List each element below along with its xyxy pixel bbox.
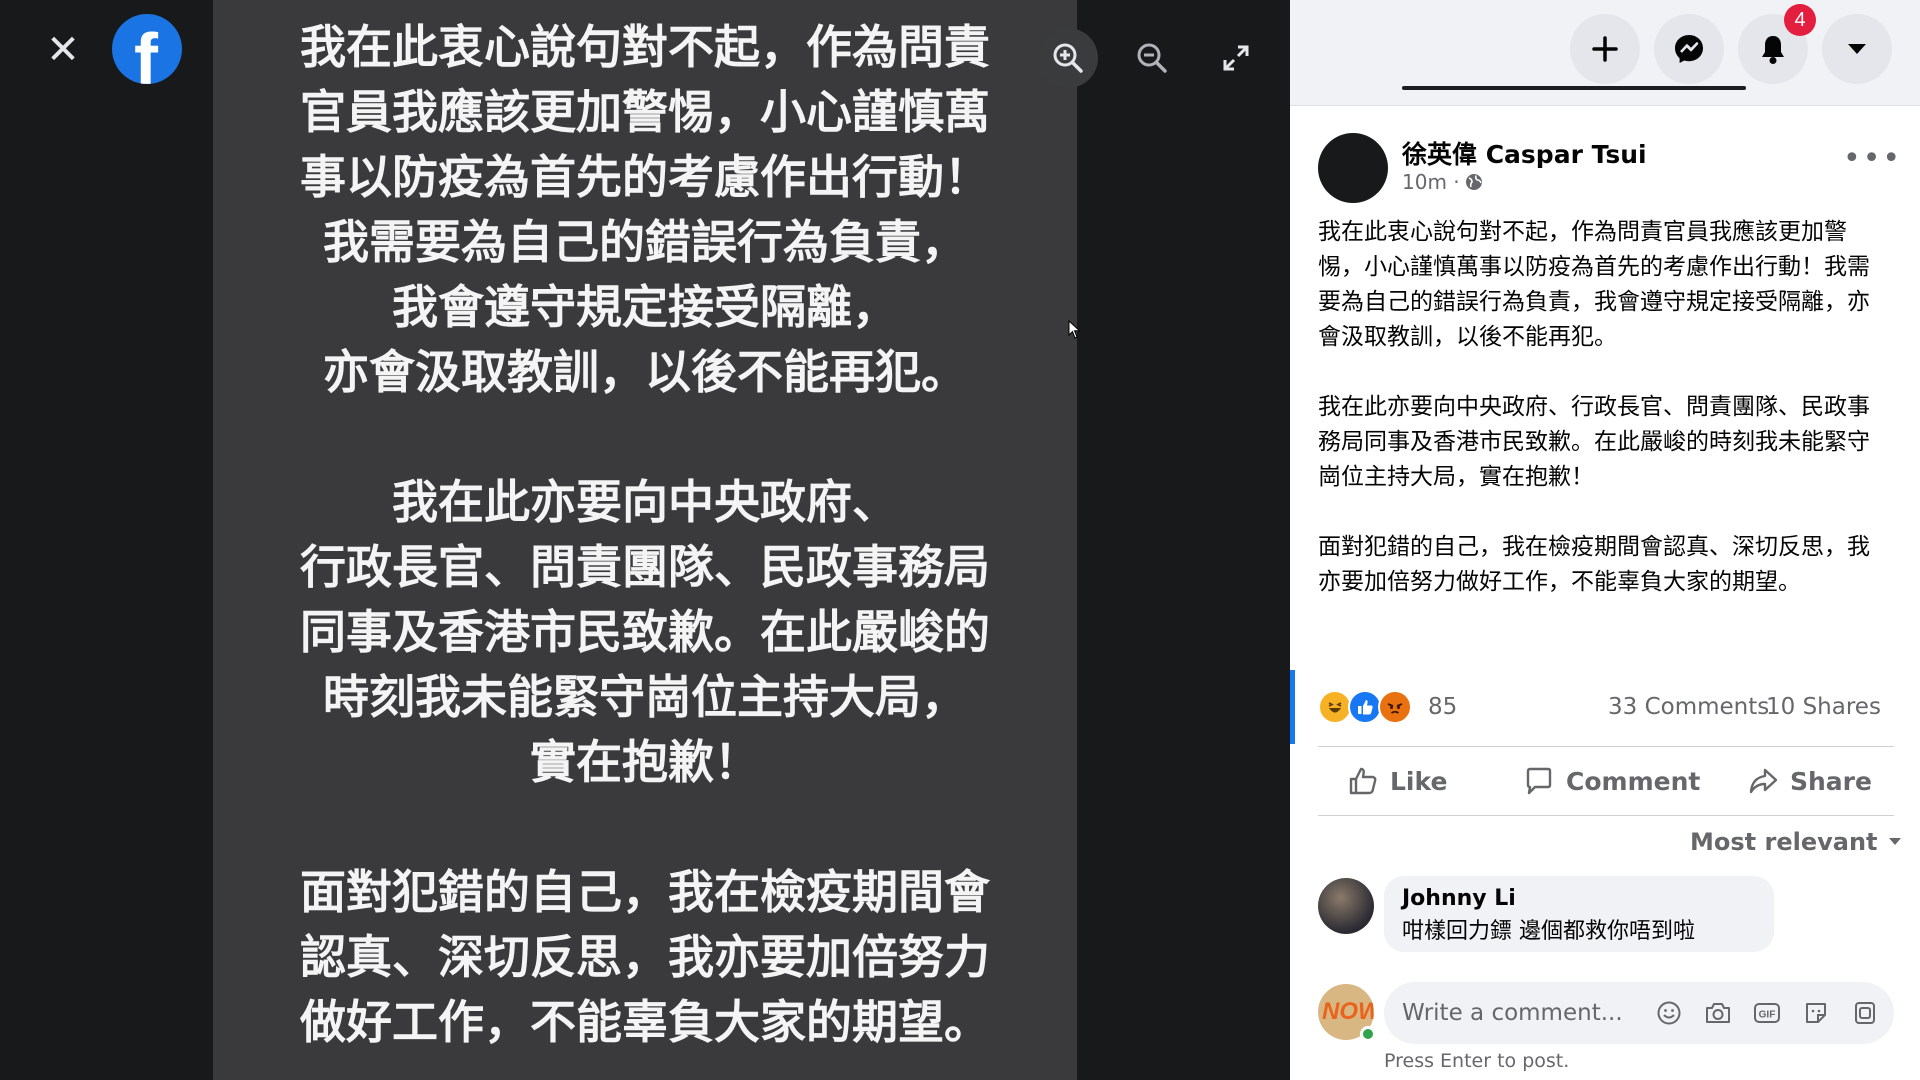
close-icon: ✕ — [46, 27, 80, 73]
comment-input[interactable] — [1402, 994, 1632, 1032]
camera-icon — [1706, 1003, 1730, 1023]
reaction-count[interactable]: 85 — [1428, 694, 1457, 720]
plus-icon — [1592, 36, 1618, 62]
angry-reaction-icon[interactable] — [1378, 690, 1412, 724]
gif-icon: GIF — [1754, 1003, 1780, 1023]
sticker-button[interactable] — [1801, 998, 1831, 1028]
notification-badge: 4 — [1784, 4, 1816, 36]
photo-text-line: 我需要為自己的錯誤行為負責， — [323, 215, 967, 269]
zoom-out-button[interactable] — [1122, 28, 1182, 88]
photo-text-line: 官員我應該更加警惕，小心謹慎萬 — [300, 85, 990, 139]
photo-text-line: 亦會汲取教訓，以後不能再犯。 — [323, 345, 967, 399]
caret-down-icon — [1888, 838, 1901, 845]
comment-item: Johnny Li 咁樣回力鏢 邊個都救你唔到啦 — [1318, 876, 1894, 966]
fullscreen-button[interactable] — [1206, 28, 1266, 88]
comment-button[interactable]: Comment — [1524, 747, 1700, 815]
share-count[interactable]: 10 Shares — [1766, 694, 1881, 720]
photo-button[interactable] — [1703, 998, 1733, 1028]
photo-viewer: ✕ f 我在此衷心說句對不起，作為問責 官員我應該更加警惕，小心謹慎萬 事以防疫為首… — [0, 0, 1290, 1080]
haha-reaction-icon[interactable] — [1318, 690, 1352, 724]
top-bar: 4 — [1290, 0, 1920, 106]
author-avatar[interactable] — [1318, 133, 1388, 203]
post-paragraph: 我在此亦要向中央政府、行政長官、問責團隊、民政事務局同事及香港市民致歉。在此嚴峻… — [1318, 394, 1870, 490]
zoom-in-icon — [1053, 43, 1083, 73]
post-side-panel: 4 徐英偉 Caspar Tsui 10m · ••• 我在此衷心說句對不起，作… — [1290, 0, 1920, 1080]
share-button[interactable]: Share — [1748, 747, 1872, 815]
online-status-dot — [1360, 1026, 1376, 1042]
thumbs-up-icon — [1349, 767, 1377, 795]
reactions-summary: 85 33 Comments 10 Shares — [1318, 688, 1894, 728]
avatar-sticker-icon — [1855, 1002, 1875, 1024]
press-enter-hint: Press Enter to post. — [1384, 1050, 1570, 1072]
caret-down-icon — [1848, 44, 1866, 54]
comment-input-box: GIF — [1384, 982, 1894, 1044]
gif-button[interactable]: GIF — [1752, 998, 1782, 1028]
write-comment-row: NOW GIF — [1318, 982, 1894, 1046]
post-time[interactable]: 10m · — [1402, 170, 1460, 194]
zoom-in-button[interactable] — [1038, 28, 1098, 88]
post-more-options-button[interactable]: ••• — [1843, 144, 1900, 174]
photo-text-line: 我在此衷心說句對不起，作為問責 — [300, 20, 990, 74]
share-arrow-icon — [1749, 768, 1778, 794]
bell-icon — [1762, 36, 1784, 64]
create-button[interactable] — [1570, 14, 1640, 84]
post-photo: 我在此衷心說句對不起，作為問責 官員我應該更加警惕，小心謹慎萬 事以防疫為首先的考慮… — [213, 0, 1077, 1080]
photo-text-line: 時刻我未能緊守崗位主持大局， — [323, 670, 967, 724]
like-reaction-icon[interactable] — [1348, 690, 1382, 724]
photo-text-line: 做好工作，不能辜負大家的期望。 — [300, 995, 990, 1049]
photo-text-gap — [213, 405, 1077, 470]
focus-indicator — [1290, 670, 1295, 744]
commenter-name[interactable]: Johnny Li — [1402, 886, 1756, 911]
photo-text-line: 同事及香港市民致歉。在此嚴峻的 — [300, 605, 990, 659]
photo-text-block: 我在此衷心說句對不起，作為問責 官員我應該更加警惕，小心謹慎萬 事以防疫為首先的考慮… — [213, 15, 1077, 1055]
comment-count[interactable]: 33 Comments — [1608, 694, 1769, 720]
author-name[interactable]: 徐英偉 Caspar Tsui — [1402, 135, 1647, 171]
photo-text-line: 面對犯錯的自己，我在檢疫期間會 — [300, 865, 990, 919]
comment-bubble: Johnny Li 咁樣回力鏢 邊個都救你唔到啦 — [1384, 876, 1774, 952]
zoom-out-icon — [1137, 43, 1167, 73]
post-paragraph: 我在此衷心說句對不起，作為問責官員我應該更加警惕，小心謹慎萬事以防疫為首先的考慮… — [1318, 219, 1870, 350]
sort-label: Most relevant — [1690, 828, 1878, 856]
facebook-logo-letter: f — [134, 20, 158, 84]
emoji-icon — [1657, 1001, 1681, 1025]
comment-label: Comment — [1566, 766, 1701, 796]
sticker-icon — [1806, 1003, 1826, 1023]
more-dots-icon: ••• — [1843, 141, 1903, 176]
comment-text: 咁樣回力鏢 邊個都救你唔到啦 — [1402, 919, 1695, 944]
avatar-logo-mark: NOW — [1322, 998, 1374, 1025]
speech-bubble-icon — [1526, 767, 1552, 795]
close-viewer-button[interactable]: ✕ — [40, 27, 86, 73]
svg-text:GIF: GIF — [1759, 1010, 1776, 1021]
avatar-sticker-button[interactable] — [1850, 998, 1880, 1028]
post-actions: Like Comment Share — [1318, 746, 1894, 816]
photo-text-gap — [213, 795, 1077, 860]
mouse-cursor-icon — [1068, 320, 1081, 339]
expand-icon — [1223, 45, 1249, 71]
photo-text-line: 認真、深切反思，我亦要加倍努力 — [300, 930, 990, 984]
photo-text-line: 行政長官、問責團隊、民政事務局 — [300, 540, 990, 594]
messenger-button[interactable] — [1654, 14, 1724, 84]
comment-scroll-indicator — [1402, 86, 1746, 90]
share-label: Share — [1790, 766, 1872, 796]
messenger-icon — [1675, 35, 1703, 63]
post-meta: 10m · — [1402, 170, 1484, 194]
photo-text-line: 實在抱歉！ — [530, 735, 760, 789]
photo-text-line: 我在此亦要向中央政府、 — [392, 475, 898, 529]
like-button[interactable]: Like — [1348, 747, 1447, 815]
post-body: 我在此衷心說句對不起，作為問責官員我應該更加警惕，小心謹慎萬事以防疫為首先的考慮… — [1318, 215, 1878, 635]
like-label: Like — [1390, 766, 1448, 796]
facebook-logo-icon[interactable]: f — [112, 14, 182, 84]
commenter-avatar[interactable] — [1318, 878, 1374, 934]
account-menu-button[interactable] — [1822, 14, 1892, 84]
comment-sort-dropdown[interactable]: Most relevant — [1690, 828, 1902, 856]
post-paragraph: 面對犯錯的自己，我在檢疫期間會認真、深切反思，我亦要加倍努力做好工作，不能辜負大… — [1318, 534, 1870, 595]
photo-text-line: 事以防疫為首先的考慮作出行動！ — [300, 150, 990, 204]
emoji-button[interactable] — [1654, 998, 1684, 1028]
globe-icon — [1465, 174, 1482, 190]
photo-text-line: 我會遵守規定接受隔離， — [392, 280, 898, 334]
